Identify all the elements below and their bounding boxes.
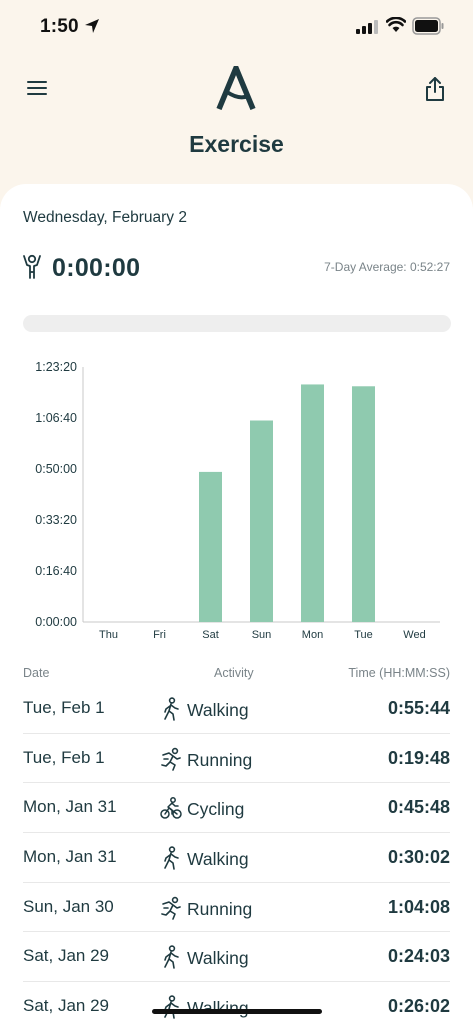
activity-row[interactable]: Sat, Jan 29 Walking 0:24:03: [23, 932, 450, 983]
activity-name: Running: [187, 749, 253, 770]
activity-duration: 0:55:44: [387, 698, 450, 718]
y-tick-label: 1:23:20: [35, 360, 77, 374]
y-tick-label: 0:50:00: [35, 462, 77, 476]
walking-icon: [160, 846, 182, 870]
walking-icon: [160, 945, 182, 970]
activity-date: Sat, Jan 29: [23, 946, 110, 966]
x-tick-label: Tue: [354, 629, 373, 641]
activity-row[interactable]: Tue, Feb 1 Walking 0:55:44: [23, 684, 450, 734]
status-bar: 1:50: [0, 0, 473, 54]
walking-icon: [160, 697, 182, 721]
weekly-exercise-chart: 0:00:00 0:16:40 0:33:20 0:50:00 1:06:40 1:23:…: [35, 360, 440, 641]
page-title: Exercise: [189, 131, 284, 157]
activity-row[interactable]: Mon, Jan 31 Cycling 0:45:48: [23, 783, 450, 834]
activity-name: Running: [187, 898, 253, 919]
y-tick-label: 1:06:40: [35, 411, 77, 425]
cellular-signal-icon: [356, 20, 378, 34]
activity-duration: 0:26:02: [387, 996, 450, 1017]
x-tick-label: Sat: [202, 629, 219, 641]
share-icon[interactable]: [424, 76, 446, 102]
activity-date: Mon, Jan 31: [23, 847, 117, 867]
activity-name: Cycling: [187, 799, 245, 820]
activity-row[interactable]: Sun, Jan 30 Running 1:04:08: [23, 883, 450, 933]
col-header-date: Date: [23, 666, 50, 680]
x-tick-label: Fri: [153, 629, 166, 641]
activity-name: Walking: [187, 700, 249, 720]
y-tick-label: 0:00:00: [35, 615, 77, 629]
battery-icon: [412, 17, 444, 35]
running-icon: [160, 896, 182, 920]
activity-date: Sat, Jan 29: [23, 996, 110, 1016]
activity-duration: 1:04:08: [387, 896, 450, 917]
activity-date: Mon, Jan 31: [23, 797, 117, 817]
person-exercise-icon: [23, 254, 41, 279]
col-header-activity: Activity: [214, 666, 254, 680]
x-tick-label: Thu: [99, 629, 118, 641]
today-total-time: 0:00:00: [52, 254, 141, 282]
location-arrow-icon: [85, 19, 99, 33]
chart-bar-sat: [199, 471, 222, 622]
col-header-time: Time (HH:MM:SS): [348, 666, 450, 680]
activity-name: Walking: [187, 849, 249, 870]
wifi-icon: [386, 17, 406, 32]
home-indicator[interactable]: [152, 1009, 322, 1014]
y-tick-label: 0:33:20: [35, 513, 77, 527]
y-tick-label: 0:16:40: [35, 564, 77, 578]
activity-duration: 0:19:48: [387, 747, 450, 768]
activity-row[interactable]: Tue, Feb 1 Running 0:19:48: [23, 734, 450, 784]
activity-date: Tue, Feb 1: [23, 747, 105, 767]
selected-date: Wednesday, February 2: [23, 209, 187, 226]
x-tick-label: Wed: [403, 629, 425, 641]
activity-duration: 0:45:48: [387, 797, 450, 818]
seven-day-average: 7-Day Average: 0:52:27: [324, 260, 450, 274]
walking-icon: [160, 995, 182, 1019]
activity-date: Tue, Feb 1: [23, 698, 105, 717]
activity-date: Sun, Jan 30: [23, 896, 114, 916]
x-tick-label: Sun: [252, 629, 272, 641]
activity-row[interactable]: Sat, Jan 29Walking0:26:02: [23, 982, 450, 1024]
status-time: 1:50: [40, 16, 79, 37]
activity-row[interactable]: Mon, Jan 31 Walking 0:30:02: [23, 833, 450, 883]
chart-bar-tue: [352, 386, 375, 622]
chart-bar-sun: [250, 420, 273, 622]
activity-duration: 0:24:03: [387, 946, 450, 967]
activity-list: Tue, Feb 1 Walking 0:55:44 Tue, Feb 1 Runnin…: [0, 684, 473, 1024]
activity-name: Walking: [187, 948, 249, 969]
app-logo-icon: [216, 66, 256, 110]
activity-duration: 0:30:02: [387, 847, 450, 868]
daily-progress-bar: [23, 315, 451, 332]
chart-bar-mon: [301, 384, 324, 622]
running-icon: [160, 747, 182, 771]
hamburger-menu-icon[interactable]: [27, 80, 47, 96]
cycling-icon: [160, 796, 182, 820]
x-tick-label: Mon: [302, 629, 323, 641]
